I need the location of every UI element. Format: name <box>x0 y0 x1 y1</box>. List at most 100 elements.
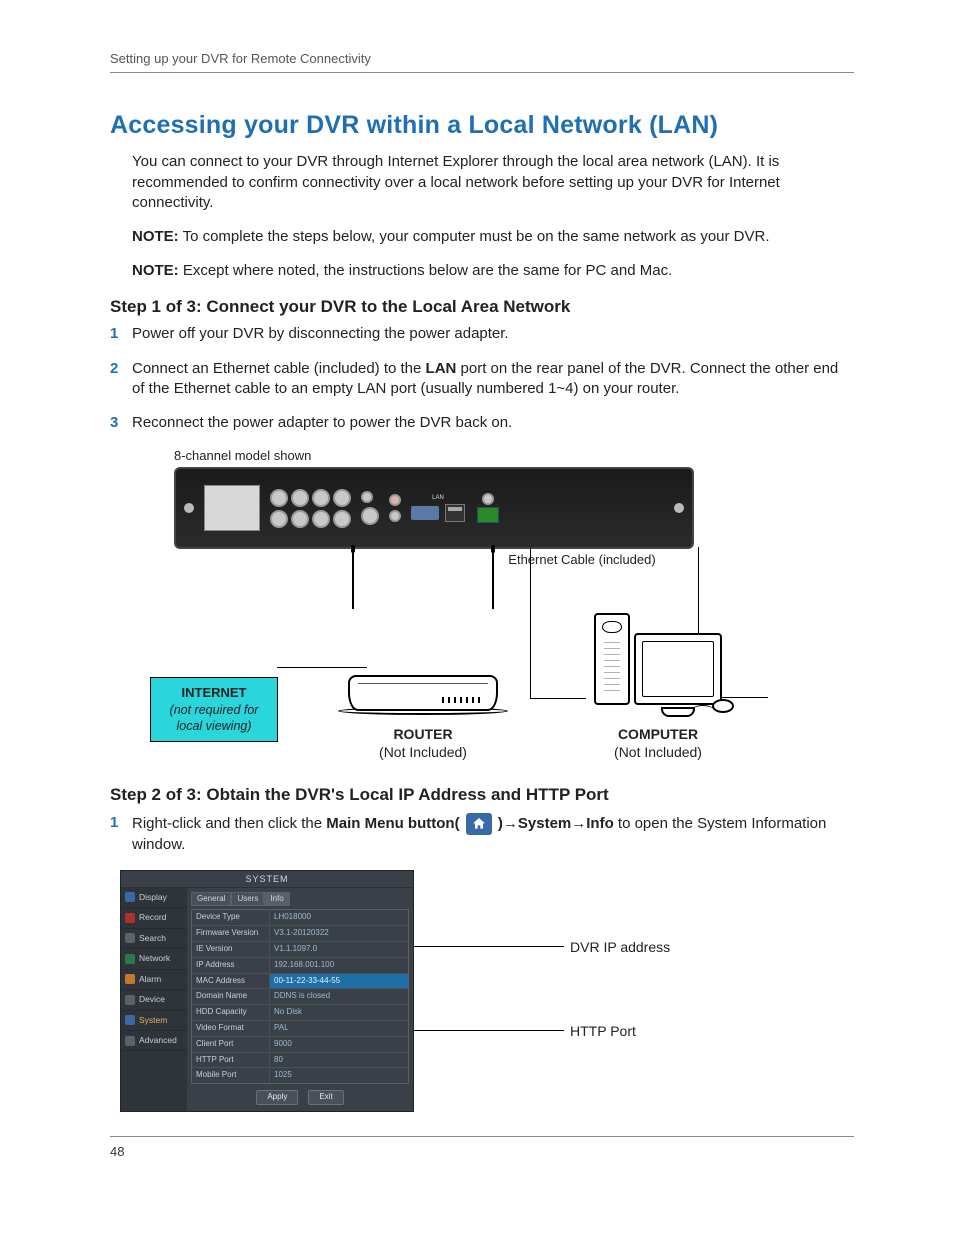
info-value: DDNS is closed <box>270 989 408 1004</box>
info-key: Client Port <box>192 1037 270 1052</box>
step2-item-1: 1 Right-click and then click the Main Me… <box>110 813 854 855</box>
info-value: 9000 <box>270 1037 408 1052</box>
label-sub: (Not Included) <box>379 743 467 762</box>
mouse-icon <box>712 699 734 713</box>
info-row: Client Port9000 <box>192 1037 408 1053</box>
screw-icon <box>674 503 684 513</box>
callout-http: HTTP Port <box>414 1022 636 1041</box>
tab-general: General <box>191 892 231 907</box>
home-icon <box>466 813 492 835</box>
text-bold: LAN <box>426 360 457 377</box>
info-table: Device TypeLH018000Firmware VersionV3.1-… <box>191 909 409 1084</box>
step-number: 3 <box>110 413 132 433</box>
system-info-screenshot: SYSTEM Display Record Search Network Ala… <box>120 870 854 1113</box>
info-key: IP Address <box>192 958 270 973</box>
dvr-caption: 8-channel model shown <box>174 447 854 465</box>
computer-icon <box>568 613 748 705</box>
note-2-text: Except where noted, the instructions bel… <box>179 262 673 279</box>
step1-item-2: 2 Connect an Ethernet cable (included) t… <box>110 359 854 400</box>
advanced-icon <box>125 1036 135 1046</box>
info-row: IE VersionV1.1.1097.0 <box>192 942 408 958</box>
intro-paragraph: You can connect to your DVR through Inte… <box>132 152 854 213</box>
step-body: Power off your DVR by disconnecting the … <box>132 324 854 344</box>
antenna-icon <box>492 549 494 609</box>
internet-box: INTERNET (not required for local viewing… <box>150 677 278 742</box>
step-body: Right-click and then click the Main Menu… <box>132 813 854 855</box>
info-value: 192.168.001.100 <box>270 958 408 973</box>
exit-button: Exit <box>308 1090 343 1105</box>
info-key: IE Version <box>192 942 270 957</box>
step-number: 1 <box>110 813 132 855</box>
tab-info: Info <box>264 892 289 907</box>
step-number: 1 <box>110 324 132 344</box>
note-1: NOTE: To complete the steps below, your … <box>132 227 854 247</box>
callout-text: HTTP Port <box>570 1022 636 1041</box>
info-row: Firmware VersionV3.1-20120322 <box>192 926 408 942</box>
info-key: HDD Capacity <box>192 1005 270 1020</box>
sidebar-item-search: Search <box>121 929 187 949</box>
tabs: General Users Info <box>191 892 409 907</box>
info-value: No Disk <box>270 1005 408 1020</box>
info-value: V3.1-20120322 <box>270 926 408 941</box>
info-key: Domain Name <box>192 989 270 1004</box>
step-number: 2 <box>110 359 132 400</box>
system-icon <box>125 1015 135 1025</box>
device-icon <box>125 995 135 1005</box>
screw-icon <box>184 503 194 513</box>
info-value: V1.1.1097.0 <box>270 942 408 957</box>
monitor-icon <box>634 633 722 705</box>
tab-users: Users <box>231 892 264 907</box>
vga-port-icon <box>411 506 439 520</box>
info-value: 80 <box>270 1053 408 1068</box>
tower-icon <box>594 613 630 705</box>
network-icon <box>125 954 135 964</box>
step1-item-3: 3 Reconnect the power adapter to power t… <box>110 413 854 433</box>
system-sidebar: Display Record Search Network Alarm Devi… <box>121 888 187 1111</box>
sidebar-item-system: System <box>121 1011 187 1031</box>
display-icon <box>125 892 135 902</box>
system-window: SYSTEM Display Record Search Network Ala… <box>120 870 414 1113</box>
computer-label: COMPUTER (Not Included) <box>614 725 702 763</box>
info-key: Video Format <box>192 1021 270 1036</box>
lan-port-icon <box>445 504 465 522</box>
internet-subtitle: (not required for local viewing) <box>163 702 265 736</box>
note-2: NOTE: Except where noted, the instructio… <box>132 261 854 281</box>
info-row: Device TypeLH018000 <box>192 910 408 926</box>
info-value: 1025 <box>270 1068 408 1083</box>
terminal-block-icon <box>477 507 499 523</box>
dvr-rear-panel-image: LAN <box>174 467 694 549</box>
info-key: HTTP Port <box>192 1053 270 1068</box>
section-title: Accessing your DVR within a Local Networ… <box>110 109 854 143</box>
sidebar-item-network: Network <box>121 949 187 969</box>
sidebar-item-device: Device <box>121 990 187 1010</box>
record-icon <box>125 913 135 923</box>
info-key: MAC Address <box>192 974 270 989</box>
info-value: LH018000 <box>270 910 408 925</box>
window-title: SYSTEM <box>121 871 413 888</box>
info-pane: General Users Info Device TypeLH018000Fi… <box>187 888 413 1111</box>
label-sub: (Not Included) <box>614 743 702 762</box>
search-icon <box>125 933 135 943</box>
sidebar-item-advanced: Advanced <box>121 1031 187 1051</box>
info-row: MAC Address00-11-22-33-44-55 <box>192 974 408 990</box>
info-row: Video FormatPAL <box>192 1021 408 1037</box>
sidebar-item-display: Display <box>121 888 187 908</box>
text: Right-click and then click the <box>132 815 326 832</box>
bnc-ports <box>270 489 351 528</box>
antenna-icon <box>352 549 354 609</box>
info-row: HTTP Port80 <box>192 1053 408 1069</box>
audio-ports <box>361 491 379 525</box>
info-key: Firmware Version <box>192 926 270 941</box>
network-diagram: 8-channel model shown LAN E <box>150 447 854 762</box>
info-row: Mobile Port1025 <box>192 1068 408 1083</box>
step2-heading: Step 2 of 3: Obtain the DVR's Local IP A… <box>110 784 854 807</box>
sidebar-item-record: Record <box>121 908 187 928</box>
footer-rule <box>110 1136 854 1137</box>
header-rule <box>110 72 854 73</box>
callout-text: DVR IP address <box>570 938 670 957</box>
label-title: ROUTER <box>379 725 467 744</box>
av-out-ports <box>389 494 401 522</box>
router-label: ROUTER (Not Included) <box>379 725 467 763</box>
ethernet-cable-label: Ethernet Cable (included) <box>310 551 854 569</box>
alarm-icon <box>125 974 135 984</box>
